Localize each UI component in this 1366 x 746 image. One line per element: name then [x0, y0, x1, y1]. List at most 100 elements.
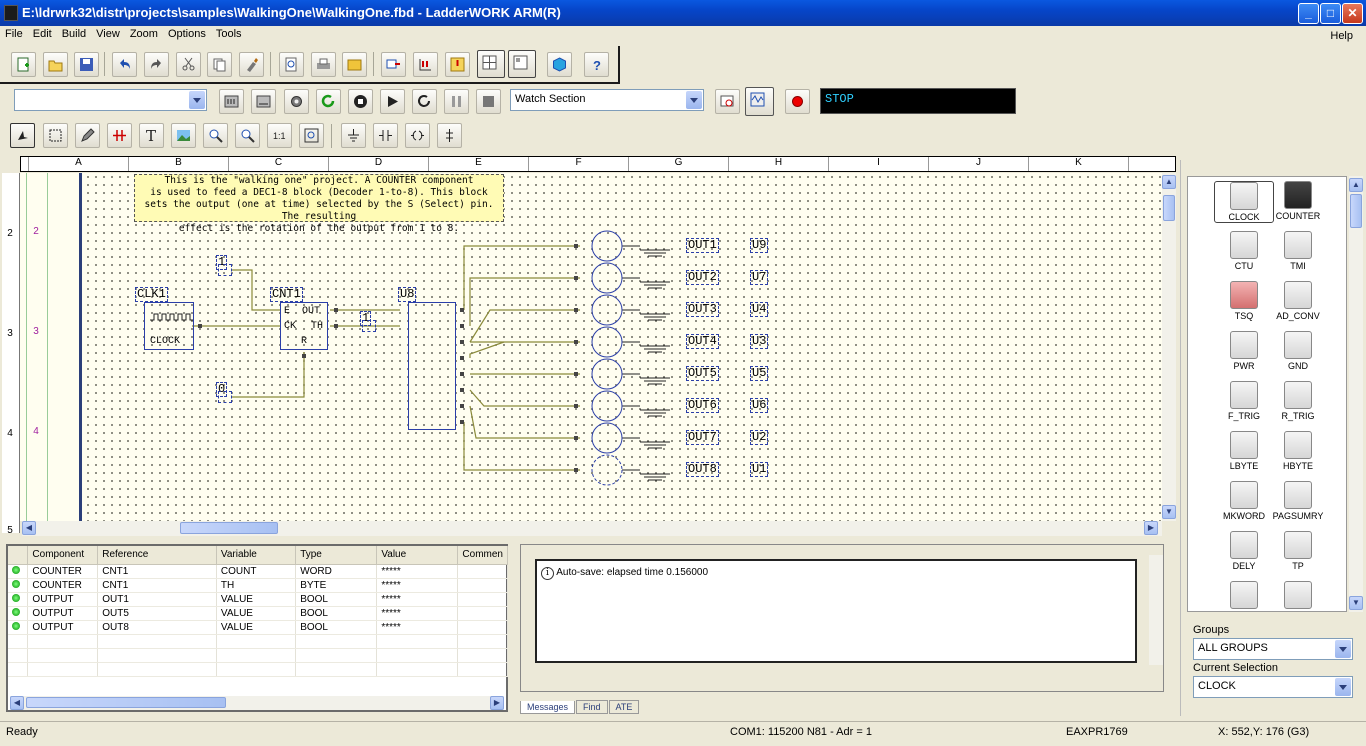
palette-item-clock[interactable]: CLOCK — [1214, 181, 1274, 223]
output-unit-7[interactable]: U2 — [750, 430, 769, 445]
copy-button[interactable] — [207, 52, 232, 77]
chevron-down-icon[interactable] — [189, 91, 205, 109]
step-button[interactable] — [412, 89, 437, 114]
new-button[interactable] — [11, 52, 36, 77]
minimize-button[interactable]: _ — [1298, 3, 1319, 24]
zoom-in-button[interactable] — [203, 123, 228, 148]
rung-tool-button[interactable] — [437, 123, 462, 148]
palette-item-ad-conv[interactable]: AD_CONV — [1268, 281, 1328, 321]
scroll-up-arrow[interactable]: ▲ — [1162, 175, 1176, 189]
output-unit-8[interactable]: U1 — [750, 462, 769, 477]
check-button[interactable] — [445, 52, 470, 77]
palette-item-pwr[interactable]: PWR — [1214, 331, 1274, 371]
watch-col-component[interactable]: Component — [27, 546, 99, 565]
watch-col-reference[interactable]: Reference — [97, 546, 217, 565]
clock-block[interactable]: CLOCK — [144, 302, 194, 350]
upload-button[interactable] — [251, 89, 276, 114]
palette-item-mkword[interactable]: MKWORD — [1214, 481, 1274, 521]
selection-combo[interactable]: CLOCK — [1193, 676, 1353, 698]
watch-scroll-thumb[interactable] — [26, 697, 226, 708]
watch-col-variable[interactable]: Variable — [216, 546, 297, 565]
counter-block[interactable]: E CK R OUT TH — [280, 302, 328, 350]
scroll-left-arrow[interactable]: ◀ — [22, 521, 36, 535]
decoder-label[interactable]: U8 — [398, 287, 417, 302]
menu-edit[interactable]: Edit — [28, 26, 57, 42]
output-label-2[interactable]: OUT2 — [686, 270, 719, 285]
editor-vertical-scrollbar[interactable]: ▲ ▼ — [1162, 173, 1176, 521]
output-label-6[interactable]: OUT6 — [686, 398, 719, 413]
menu-view[interactable]: View — [91, 26, 125, 42]
watch-col-value[interactable]: Value — [376, 546, 459, 565]
zoom-fit-button[interactable] — [299, 123, 324, 148]
build-button[interactable] — [413, 52, 438, 77]
palette-item-tp[interactable]: TP — [1268, 531, 1328, 571]
palette-item-dely[interactable]: DELY — [1214, 531, 1274, 571]
cut-button[interactable] — [176, 52, 201, 77]
palette-item-tof[interactable] — [1268, 581, 1328, 611]
record-button[interactable] — [785, 89, 810, 114]
output-label-5[interactable]: OUT5 — [686, 366, 719, 381]
menu-file[interactable]: File — [0, 26, 28, 42]
help-button[interactable]: ? — [584, 52, 609, 77]
vertical-scroll-thumb[interactable] — [1163, 195, 1175, 221]
palette-scrollbar[interactable]: ▲ ▼ — [1349, 176, 1363, 612]
palette-item-tsq[interactable]: TSQ — [1214, 281, 1274, 321]
grid-view-button[interactable] — [477, 50, 505, 78]
rectangle-tool-button[interactable] — [43, 123, 68, 148]
contact-tool-button[interactable] — [373, 123, 398, 148]
palette-scroll-down[interactable]: ▼ — [1349, 596, 1363, 610]
target-combo[interactable] — [14, 89, 207, 111]
menu-options[interactable]: Options — [163, 26, 211, 42]
chevron-down-icon[interactable] — [686, 91, 702, 109]
constant-mid-block[interactable] — [362, 320, 376, 332]
settings-button[interactable] — [284, 89, 309, 114]
output-label-3[interactable]: OUT3 — [686, 302, 719, 317]
table-row[interactable]: COUNTER CNT1 TH BYTE ***** — [8, 578, 508, 593]
output-unit-4[interactable]: U3 — [750, 334, 769, 349]
palette-item-gnd[interactable]: GND — [1268, 331, 1328, 371]
chevron-down-icon[interactable] — [1335, 640, 1351, 658]
tab-find[interactable]: Find — [576, 700, 608, 714]
select-tool-button[interactable] — [10, 123, 35, 148]
tab-ate[interactable]: ATE — [608, 700, 640, 714]
palette-item-tmi[interactable]: TMI — [1268, 231, 1328, 271]
cube-button[interactable] — [547, 52, 572, 77]
text-tool-button[interactable]: T — [139, 123, 164, 148]
scroll-down-arrow[interactable]: ▼ — [1162, 505, 1176, 519]
menu-tools[interactable]: Tools — [211, 26, 247, 42]
output-label-1[interactable]: OUT1 — [686, 238, 719, 253]
project-button[interactable] — [342, 52, 367, 77]
zoom-actual-button[interactable]: 1:1 — [267, 123, 292, 148]
counter-label[interactable]: CNT1 — [270, 287, 303, 302]
monitor-button[interactable] — [745, 87, 774, 116]
compile-button[interactable] — [381, 52, 406, 77]
palette-scroll-up[interactable]: ▲ — [1349, 178, 1363, 192]
watch-horizontal-scrollbar[interactable]: ◀ ▶ — [10, 696, 504, 710]
watch-scroll-left[interactable]: ◀ — [10, 696, 24, 710]
palette-item-ctu[interactable]: CTU — [1214, 231, 1274, 271]
save-button[interactable] — [74, 52, 99, 77]
open-button[interactable] — [43, 52, 68, 77]
constant-one-block[interactable] — [218, 264, 232, 276]
refresh-button[interactable] — [316, 89, 341, 114]
layout-view-button[interactable] — [508, 50, 536, 78]
horizontal-scroll-thumb[interactable] — [180, 522, 278, 534]
table-row[interactable]: OUTPUT OUT5 VALUE BOOL ***** — [8, 606, 508, 621]
messages-scrollbar[interactable] — [1149, 555, 1163, 665]
palette-item-pagsumry[interactable]: PAGSUMRY — [1268, 481, 1328, 521]
decoder-block[interactable] — [408, 302, 456, 430]
print-button[interactable] — [311, 52, 336, 77]
run-button[interactable] — [380, 89, 405, 114]
pencil-tool-button[interactable] — [75, 123, 100, 148]
palette-scroll-thumb[interactable] — [1350, 194, 1362, 228]
output-label-7[interactable]: OUT7 — [686, 430, 719, 445]
watch-button[interactable] — [715, 89, 740, 114]
table-row[interactable]: OUTPUT OUT1 VALUE BOOL ***** — [8, 592, 508, 607]
pause-button[interactable] — [444, 89, 469, 114]
watch-scroll-right[interactable]: ▶ — [490, 696, 504, 710]
output-unit-3[interactable]: U4 — [750, 302, 769, 317]
palette-item-counter[interactable]: COUNTER — [1268, 181, 1328, 221]
stop-button[interactable] — [476, 89, 501, 114]
palette-item-f-trig[interactable]: F_TRIG — [1214, 381, 1274, 421]
clock-label[interactable]: CLK1 — [135, 287, 168, 302]
